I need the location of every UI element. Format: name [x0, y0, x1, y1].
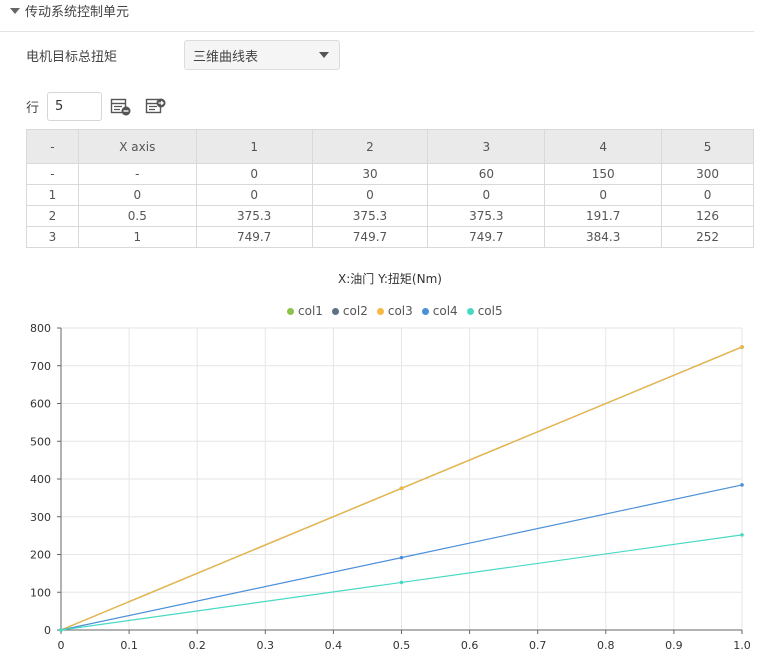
data-point-col4: [740, 483, 744, 487]
table-cell[interactable]: 191.7: [544, 205, 663, 227]
data-point-col4: [399, 555, 404, 560]
data-point-col3: [740, 345, 744, 349]
table-cell[interactable]: 0: [77, 184, 197, 206]
table-cell[interactable]: 749.7: [195, 226, 313, 248]
data-point-col5: [740, 533, 744, 537]
table-header-cell: 1: [195, 129, 313, 164]
table-header-cell: 2: [311, 129, 429, 164]
y-tick-label: 200: [30, 549, 51, 562]
table-cell[interactable]: 3: [26, 226, 79, 248]
table-cell[interactable]: 126: [661, 205, 754, 227]
table-header-cell: 5: [661, 129, 754, 164]
table-row: 1 0 0 0 0 0 0: [26, 184, 754, 206]
table-cell[interactable]: 2: [26, 205, 79, 227]
curve-type-value: 三维曲线表: [193, 49, 259, 65]
table-header-cell: X axis: [77, 129, 197, 164]
data-point-col5: [59, 628, 63, 632]
table-cell[interactable]: 384.3: [544, 226, 663, 248]
torque-chart: X:油门 Y:扭矩(Nm) col1 col2 col3 col4 col5 0 0.1 0…: [0, 260, 766, 658]
y-tick-label: 500: [30, 435, 51, 448]
table-header-cell: -: [26, 129, 79, 164]
row-count-label: 行: [26, 101, 40, 116]
table-cell[interactable]: 0: [195, 163, 313, 185]
table-cell[interactable]: -: [77, 163, 197, 185]
table-cell[interactable]: 0: [661, 184, 754, 206]
curve-type-select[interactable]: 三维曲线表: [184, 40, 340, 70]
y-tick-label: 400: [30, 473, 51, 486]
y-tick-label: 600: [30, 398, 51, 411]
section-title: 传动系统控制单元: [25, 5, 130, 20]
section-header[interactable]: 传动系统控制单元: [0, 0, 754, 32]
table-cell[interactable]: 60: [427, 163, 546, 185]
table-row: 3 1 749.7 749.7 749.7 384.3 252: [26, 226, 754, 248]
table-cell[interactable]: 1: [77, 226, 197, 248]
chevron-down-icon: [319, 52, 329, 58]
torque-row: 电机目标总扭矩 三维曲线表: [26, 40, 340, 70]
y-tick-label: 300: [30, 511, 51, 524]
table-cell[interactable]: 150: [544, 163, 663, 185]
row-count-row: 行: [26, 92, 168, 121]
table-cell[interactable]: 0: [311, 184, 429, 206]
table-row: - - 0 30 60 150 300: [26, 163, 754, 185]
caret-down-icon[interactable]: [10, 7, 20, 14]
chart-plot-area: 0 0.1 0.2 0.3 0.4 0.5 0.6 0.7 0.8 0.9 1.0 0 100 200 30…: [30, 322, 751, 652]
x-tick-label: 0.4: [325, 639, 343, 652]
x-tick-label: 0.6: [461, 639, 479, 652]
x-tick-label: 0: [58, 639, 65, 652]
y-tick-label: 100: [30, 586, 51, 599]
torque-table: - X axis 1 2 3 4 5 - - 0 30 60 150 300 1…: [26, 129, 754, 248]
table-cell[interactable]: 749.7: [427, 226, 546, 248]
x-tick-label: 0.9: [665, 639, 683, 652]
table-cell[interactable]: 0: [427, 184, 546, 206]
data-point-col5: [399, 580, 404, 585]
table-add-icon[interactable]: [109, 95, 133, 119]
x-tick-label: 0.5: [393, 639, 411, 652]
table-header-cell: 4: [544, 129, 663, 164]
y-tick-label: 0: [44, 624, 51, 637]
table-header-row: - X axis 1 2 3 4 5: [26, 129, 754, 164]
x-tick-label: 1.0: [733, 639, 751, 652]
y-tick-label: 800: [30, 322, 51, 335]
table-cell[interactable]: 300: [661, 163, 754, 185]
x-tick-label: 0.3: [257, 639, 275, 652]
table-row: 2 0.5 375.3 375.3 375.3 191.7 126: [26, 205, 754, 227]
table-cell[interactable]: 252: [661, 226, 754, 248]
table-cell[interactable]: 375.3: [311, 205, 429, 227]
table-cell[interactable]: 375.3: [195, 205, 313, 227]
x-tick-label: 0.8: [597, 639, 615, 652]
table-cell[interactable]: -: [26, 163, 79, 185]
row-count-input[interactable]: [47, 92, 102, 121]
x-tick-label: 0.2: [188, 639, 206, 652]
x-tick-label: 0.1: [120, 639, 138, 652]
table-header-cell: 3: [427, 129, 546, 164]
torque-label: 电机目标总扭矩: [26, 49, 118, 65]
table-cell[interactable]: 0: [195, 184, 313, 206]
data-point-col3: [399, 486, 404, 491]
table-cell[interactable]: 1: [26, 184, 79, 206]
y-tick-label: 700: [30, 360, 51, 373]
table-export-icon[interactable]: [144, 95, 168, 119]
table-cell[interactable]: 749.7: [311, 226, 429, 248]
x-tick-label: 0.7: [529, 639, 547, 652]
table-cell[interactable]: 0: [544, 184, 663, 206]
table-cell[interactable]: 375.3: [427, 205, 546, 227]
table-cell[interactable]: 0.5: [77, 205, 197, 227]
table-cell[interactable]: 30: [311, 163, 429, 185]
